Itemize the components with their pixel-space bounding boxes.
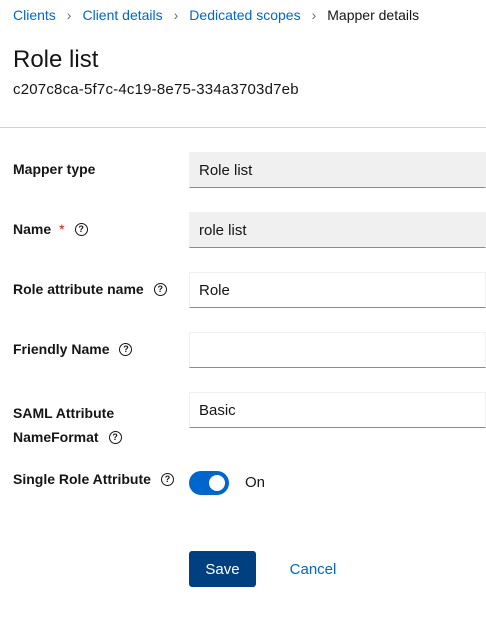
saml-attribute-nameformat-label-line1: SAML Attribute — [13, 405, 115, 421]
name-field: role list — [189, 212, 486, 248]
role-attribute-name-label-text: Role attribute name — [13, 281, 144, 297]
breadcrumb-current: Mapper details — [327, 7, 420, 23]
friendly-name-input[interactable] — [189, 332, 486, 368]
mapper-type-label-text: Mapper type — [13, 161, 96, 177]
chevron-right-icon: › — [311, 7, 317, 23]
role-attribute-name-label: Role attribute name ? — [13, 281, 167, 297]
single-role-attribute-toggle[interactable] — [189, 471, 229, 495]
client-id: c207c8ca-5f7c-4c19-8e75-334a3703d7eb — [13, 81, 299, 98]
chevron-right-icon: › — [173, 7, 179, 23]
page-title: Role list — [13, 46, 99, 73]
help-icon[interactable]: ? — [74, 222, 88, 236]
toggle-state-label: On — [245, 474, 266, 491]
mapper-type-field: Role list — [189, 152, 486, 188]
single-role-attribute-label-text: Single Role Attribute — [13, 471, 151, 487]
saml-attribute-nameformat-label-line2-wrap: NameFormat ? — [13, 425, 122, 449]
page-header: Clients › Client details › Dedicated sco… — [0, 0, 486, 128]
role-attribute-name-input[interactable]: Role — [189, 272, 486, 308]
chevron-right-icon: › — [66, 7, 72, 23]
saml-attribute-nameformat-label-line2: NameFormat — [13, 429, 99, 445]
required-indicator: * — [59, 221, 65, 237]
single-role-attribute-label: Single Role Attribute ? — [13, 471, 174, 487]
friendly-name-label-text: Friendly Name — [13, 341, 110, 357]
save-button[interactable]: Save — [189, 551, 256, 587]
help-icon[interactable]: ? — [119, 342, 133, 356]
saml-attribute-nameformat-label: SAML Attribute NameFormat ? — [13, 401, 122, 449]
breadcrumb-client-details[interactable]: Client details — [82, 7, 162, 23]
breadcrumb-dedicated-scopes[interactable]: Dedicated scopes — [189, 7, 300, 23]
cancel-button[interactable]: Cancel — [276, 551, 350, 587]
toggle-knob — [209, 475, 225, 491]
saml-attribute-nameformat-select[interactable]: Basic — [189, 392, 486, 428]
friendly-name-label: Friendly Name ? — [13, 341, 133, 357]
mapper-type-label: Mapper type — [13, 161, 95, 177]
name-label-text: Name — [13, 221, 52, 237]
name-label: Name * ? — [13, 221, 88, 237]
help-icon[interactable]: ? — [153, 282, 167, 296]
help-icon[interactable]: ? — [108, 430, 122, 444]
breadcrumb-clients[interactable]: Clients — [13, 7, 56, 23]
help-icon[interactable]: ? — [160, 472, 174, 486]
breadcrumb: Clients › Client details › Dedicated sco… — [13, 7, 419, 23]
